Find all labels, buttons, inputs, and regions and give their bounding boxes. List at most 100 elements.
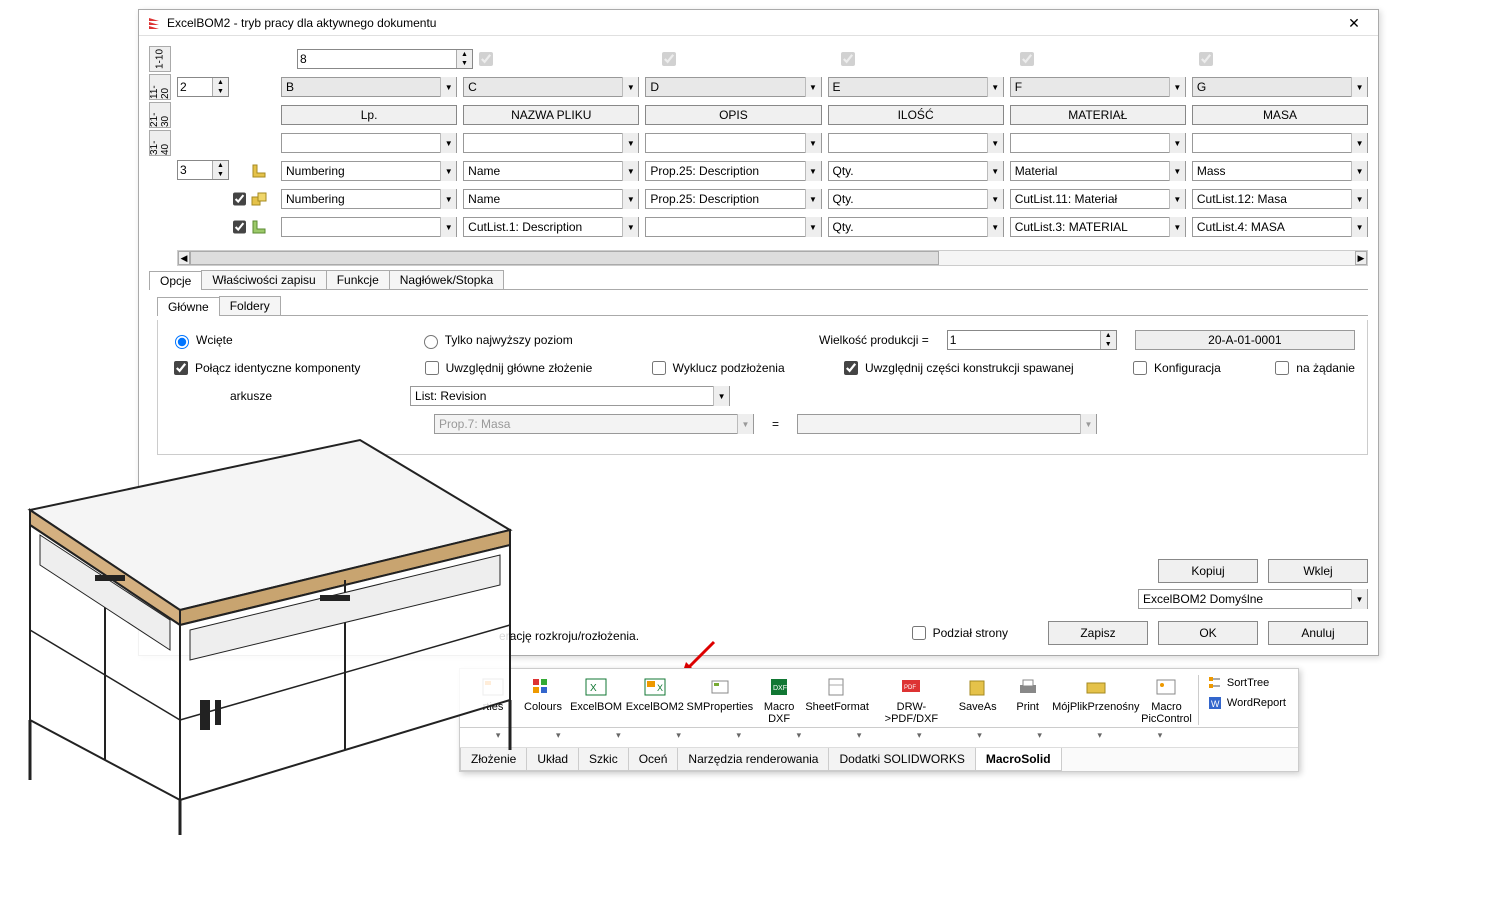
spinner-2-input[interactable] <box>178 78 212 96</box>
ribbon-excelbom[interactable]: XExcelBOM <box>568 673 624 727</box>
tab-opcje[interactable]: Opcje <box>149 271 202 290</box>
wielkosc-spinner[interactable]: ▲▼ <box>947 330 1117 350</box>
spinner-2[interactable]: ▲▼ <box>177 77 229 97</box>
r5-desc[interactable]: Prop.25: Description▼ <box>645 189 821 209</box>
empty-combo-6[interactable]: ▼ <box>1192 133 1368 153</box>
ribbon-mojplik[interactable]: MójPlikPrzenośny <box>1053 673 1139 727</box>
profile-combo[interactable]: ExcelBOM2 Domyślne▼ <box>1138 589 1368 609</box>
vtab-21-30[interactable]: 21-30 <box>149 102 171 128</box>
ribbon-excelbom2[interactable]: XExcelBOM2 <box>624 673 685 727</box>
col-letter-E[interactable]: E▼ <box>828 77 1004 97</box>
rtab-szkic[interactable]: Szkic <box>578 748 629 771</box>
anuluj-button[interactable]: Anuluj <box>1268 621 1368 645</box>
r6-c3[interactable]: ▼ <box>645 217 821 237</box>
close-button[interactable]: ✕ <box>1334 10 1374 36</box>
chk-uwzglednij-glowne[interactable]: Uwzględnij główne złożenie <box>421 358 593 378</box>
tab-naglowek[interactable]: Nagłówek/Stopka <box>389 270 504 289</box>
empty-combo-1[interactable]: ▼ <box>281 133 457 153</box>
r4-desc[interactable]: Prop.25: Description▼ <box>645 161 821 181</box>
vtab-31-40[interactable]: 31-40 <box>149 130 171 156</box>
r6-c2[interactable]: CutList.1: Description▼ <box>463 217 639 237</box>
ribbon-sorttree[interactable]: SortTree <box>1207 675 1286 691</box>
radio-wciete[interactable]: Wcięte <box>170 332 233 349</box>
ribbon-drwpdf[interactable]: PDFDRW->PDF/DXF <box>870 673 953 727</box>
col-letter-C[interactable]: C▼ <box>463 77 639 97</box>
subtab-glowne[interactable]: Główne <box>157 297 220 316</box>
up-arrow-icon[interactable]: ▲ <box>457 50 472 59</box>
ok-button[interactable]: OK <box>1158 621 1258 645</box>
col-letter-B[interactable]: B▼ <box>281 77 457 97</box>
chk-wyklucz[interactable]: Wyklucz podzłożenia <box>648 358 785 378</box>
tab-wlasciwosci[interactable]: Właściwości zapisu <box>201 270 326 289</box>
empty-combo-3[interactable]: ▼ <box>645 133 821 153</box>
kopiuj-button[interactable]: Kopiuj <box>1158 559 1258 583</box>
vtab-11-20[interactable]: 11-20 <box>149 74 171 100</box>
chk-na-zadanie[interactable]: na żądanie <box>1271 358 1355 378</box>
col-chk-5[interactable] <box>1199 52 1213 66</box>
scroll-thumb[interactable] <box>190 251 939 265</box>
col-letter-F[interactable]: F▼ <box>1010 77 1186 97</box>
hdr-lp[interactable]: Lp. <box>281 105 457 125</box>
down-arrow-icon[interactable]: ▼ <box>457 59 472 68</box>
ribbon-saveas[interactable]: SaveAs <box>953 673 1003 727</box>
hdr-opis[interactable]: OPIS <box>645 105 821 125</box>
zapisz-button[interactable]: Zapisz <box>1048 621 1148 645</box>
r5-qty[interactable]: Qty.▼ <box>828 189 1004 209</box>
r4-mass[interactable]: Mass▼ <box>1192 161 1368 181</box>
empty-combo-4[interactable]: ▼ <box>828 133 1004 153</box>
ribbon-colours[interactable]: Colours <box>518 673 568 727</box>
radio-tylko[interactable]: Tylko najwyższy poziom <box>419 332 573 349</box>
col-chk-3[interactable] <box>841 52 855 66</box>
ribbon-macrodxf[interactable]: DXFMacro DXF <box>754 673 804 727</box>
chk-polacz[interactable]: Połącz identyczne komponenty <box>170 358 360 378</box>
r5-name[interactable]: Name▼ <box>463 189 639 209</box>
hdr-material[interactable]: MATERIAŁ <box>1010 105 1186 125</box>
r4-qty[interactable]: Qty.▼ <box>828 161 1004 181</box>
row6-chk[interactable] <box>233 220 246 234</box>
rtab-render[interactable]: Narzędzia renderowania <box>677 748 829 771</box>
chk-konfig[interactable]: Konfiguracja <box>1129 358 1221 378</box>
vtab-1-10[interactable]: 1-10 <box>149 46 171 72</box>
r4-name[interactable]: Name▼ <box>463 161 639 181</box>
col-chk-1[interactable] <box>479 52 493 66</box>
spinner-8-input[interactable] <box>298 50 456 68</box>
scroll-right-icon[interactable]: ▶ <box>1355 251 1367 265</box>
r6-c4[interactable]: Qty.▼ <box>828 217 1004 237</box>
chk-podzial[interactable]: Podział strony <box>908 623 1008 643</box>
r5-material[interactable]: CutList.11: Materiał▼ <box>1010 189 1186 209</box>
chk-uwzglednij-spaw[interactable]: Uwzględnij części konstrukcji spawanej <box>840 358 1074 378</box>
wklej-button[interactable]: Wklej <box>1268 559 1368 583</box>
hdr-masa[interactable]: MASA <box>1192 105 1368 125</box>
col-chk-2[interactable] <box>662 52 676 66</box>
scroll-left-icon[interactable]: ◀ <box>178 251 190 265</box>
r6-c1[interactable]: ▼ <box>281 217 457 237</box>
row5-chk[interactable] <box>233 192 246 206</box>
r4-numbering[interactable]: Numbering▼ <box>281 161 457 181</box>
spinner-3-input[interactable] <box>178 161 212 179</box>
r5-numbering[interactable]: Numbering▼ <box>281 189 457 209</box>
rtab-uklad[interactable]: Układ <box>526 748 579 771</box>
col-letter-D[interactable]: D▼ <box>645 77 821 97</box>
tab-funkcje[interactable]: Funkcje <box>326 270 390 289</box>
rtab-macrosolid[interactable]: MacroSolid <box>975 748 1062 771</box>
hdr-nazwa[interactable]: NAZWA PLIKU <box>463 105 639 125</box>
chevron-down-icon[interactable]: ▼ <box>440 77 456 97</box>
r6-c5[interactable]: CutList.3: MATERIAL▼ <box>1010 217 1186 237</box>
ribbon-sheetformat[interactable]: SheetFormat <box>804 673 870 727</box>
rtab-dodatki[interactable]: Dodatki SOLIDWORKS <box>828 748 975 771</box>
col-chk-4[interactable] <box>1020 52 1034 66</box>
wielkosc-input[interactable] <box>948 331 1100 349</box>
horizontal-scrollbar[interactable]: ◀ ▶ <box>177 250 1368 266</box>
ribbon-smproperties[interactable]: SMProperties <box>686 673 755 727</box>
ribbon-macropic[interactable]: Macro PicControl <box>1139 673 1194 727</box>
spinner-3[interactable]: ▲▼ <box>177 160 229 180</box>
r5-mass[interactable]: CutList.12: Masa▼ <box>1192 189 1368 209</box>
r6-c6[interactable]: CutList.4: MASA▼ <box>1192 217 1368 237</box>
spinner-8[interactable]: ▲▼ <box>297 49 473 69</box>
empty-combo-5[interactable]: ▼ <box>1010 133 1186 153</box>
subtab-foldery[interactable]: Foldery <box>219 296 281 315</box>
col-letter-G[interactable]: G▼ <box>1192 77 1368 97</box>
empty-combo-2[interactable]: ▼ <box>463 133 639 153</box>
rtab-ocen[interactable]: Oceń <box>628 748 679 771</box>
hdr-ilosc[interactable]: ILOŚĆ <box>828 105 1004 125</box>
